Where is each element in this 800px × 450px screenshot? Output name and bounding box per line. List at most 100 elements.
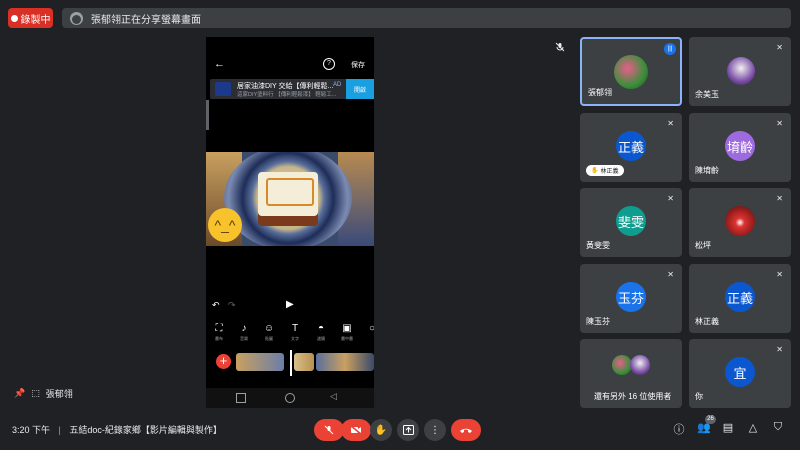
speaking-indicator-icon: ||| xyxy=(664,43,676,55)
ad-open-button[interactable]: 開啟 xyxy=(346,79,374,99)
raise-hand-button[interactable]: ✋ xyxy=(370,419,392,441)
record-dot-icon xyxy=(10,14,18,22)
leave-call-button[interactable] xyxy=(451,419,481,441)
avatar: 堉齡 xyxy=(725,131,755,161)
play-icon[interactable]: ▶ xyxy=(286,299,294,310)
avatar xyxy=(614,55,648,89)
separator: | xyxy=(58,425,61,435)
effect-icon[interactable]: ◓ 濾鏡 xyxy=(310,323,332,342)
participant-name: 林正義 xyxy=(695,317,719,326)
presenting-banner: 張郁翎正在分享螢幕畫面 xyxy=(62,8,791,28)
more-participants-tile[interactable]: 還有另外 16 位使用者 xyxy=(580,339,682,408)
mic-off-icon: ✕ xyxy=(776,119,783,128)
more-icon[interactable]: ○ xyxy=(361,323,374,334)
camera-off-icon xyxy=(350,425,362,435)
activities-icon[interactable]: △ xyxy=(745,421,761,434)
participant-tile[interactable]: 玉芬 ✕ 陳玉芬 xyxy=(580,264,682,333)
participant-tile[interactable]: ✕ 余美玉 xyxy=(689,37,791,106)
video-preview[interactable]: ^_^ xyxy=(206,152,374,246)
save-button[interactable]: 保存 xyxy=(351,60,365,70)
host-controls-icon[interactable]: ⛉ xyxy=(770,421,786,434)
participant-tile[interactable]: ✕ 松坪 xyxy=(689,188,791,257)
avatar: 斐雯 xyxy=(616,206,646,236)
avatar xyxy=(612,355,632,375)
mic-off-icon xyxy=(324,425,334,435)
clip-thumbnail[interactable] xyxy=(236,353,284,371)
avatar xyxy=(725,206,755,236)
mic-off-icon: ✕ xyxy=(667,119,674,128)
meeting-details-icon[interactable]: ⓘ xyxy=(671,421,687,437)
participant-name: 黃斐雯 xyxy=(586,241,610,250)
participant-name: 陳玉芬 xyxy=(586,317,610,326)
present-icon xyxy=(402,425,414,435)
hang-up-icon xyxy=(460,428,472,433)
mic-off-icon: ✕ xyxy=(776,270,783,279)
hand-raised-chip: ✋ 林正義 xyxy=(586,165,624,176)
participant-tile[interactable]: 正義 ✕ ✋ 林正義 xyxy=(580,113,682,182)
sticker-icon[interactable]: ☺ 貼圖 xyxy=(258,323,280,342)
scroll-indicator xyxy=(206,100,209,130)
participant-name: 松坪 xyxy=(695,241,711,250)
present-icon: ⬚ xyxy=(31,388,40,398)
editor-toolbar: ⛶ 畫布 ♪ 音樂 ☺ 貼圖 T 文字 ◓ 濾鏡 ▣ 畫中畫 ○ xyxy=(206,323,374,349)
back-icon[interactable]: ◁ xyxy=(330,391,337,402)
ad-logo xyxy=(215,82,231,96)
help-icon[interactable]: ? xyxy=(323,58,335,70)
meeting-title: 五結doc-紀錄家鄉【影片編輯與製作】 xyxy=(69,425,222,435)
avatar: 宜 xyxy=(725,357,755,387)
recording-badge: 錄製中 xyxy=(8,8,53,28)
mic-off-icon: ✕ xyxy=(667,270,674,279)
ad-banner[interactable]: 居家油漆DIY 交給【傳利輕鬆... 這家DIY塗料行 【傳利輕鬆漆】 輕鬆工.… xyxy=(210,79,374,99)
presenter-avatar xyxy=(70,11,83,25)
hand-icon: ✋ xyxy=(374,424,388,436)
music-icon[interactable]: ♪ 音樂 xyxy=(233,323,255,342)
avatar: 正義 xyxy=(616,131,646,161)
camera-toggle-button[interactable] xyxy=(341,419,371,441)
recents-icon[interactable] xyxy=(236,393,246,403)
mic-off-icon: ✕ xyxy=(776,345,783,354)
mic-toggle-button[interactable] xyxy=(314,419,344,441)
arrow-left-icon[interactable]: ← xyxy=(214,58,225,70)
avatar xyxy=(630,355,650,375)
pin-icon[interactable]: 📌 xyxy=(14,388,25,399)
text-icon[interactable]: T 文字 xyxy=(284,323,306,342)
frame-icon[interactable]: ▣ 畫中畫 xyxy=(336,323,358,342)
presenter-label: 📌 ⬚ 張郁翎 xyxy=(14,387,73,400)
avatar: 玉芬 xyxy=(616,282,646,312)
avatar: 正義 xyxy=(725,282,755,312)
chat-icon[interactable]: ▤ xyxy=(720,421,736,434)
participant-name: 張郁翎 xyxy=(588,88,612,97)
add-clip-button[interactable]: + xyxy=(216,354,231,369)
more-options-button[interactable]: ⋮ xyxy=(424,419,446,441)
participant-tile[interactable]: 斐雯 ✕ 黃斐雯 xyxy=(580,188,682,257)
timeline-playhead[interactable] xyxy=(290,350,292,376)
redo-icon[interactable]: ↷ xyxy=(228,300,236,311)
mic-off-icon: ✕ xyxy=(776,43,783,52)
presenter-name: 張郁翎 xyxy=(45,389,73,399)
undo-icon[interactable]: ↶ xyxy=(212,300,220,311)
clip-thumbnail[interactable] xyxy=(316,353,374,371)
participant-name: 你 xyxy=(695,392,703,401)
ad-tag: AD xyxy=(333,82,342,88)
participant-tile[interactable]: 堉齡 ✕ 陳堉齡 xyxy=(689,113,791,182)
mic-off-icon: ✕ xyxy=(776,194,783,203)
mic-off-icon: ✕ xyxy=(667,194,674,203)
participant-tile[interactable]: 正義 ✕ 林正義 xyxy=(689,264,791,333)
participant-tile[interactable]: ||| 張郁翎 xyxy=(580,37,682,106)
editor-top-bar: ← ? 保存 xyxy=(206,55,374,77)
hand-icon: ✋ xyxy=(591,168,599,174)
presenting-text: 張郁翎正在分享螢幕畫面 xyxy=(91,14,201,26)
home-icon[interactable] xyxy=(285,393,295,403)
crop-icon[interactable]: ⛶ 畫布 xyxy=(208,323,230,342)
shared-screen[interactable]: ← ? 保存 居家油漆DIY 交給【傳利輕鬆... 這家DIY塗料行 【傳利輕鬆… xyxy=(206,37,374,408)
grinning-emoji-sticker[interactable]: ^_^ xyxy=(208,208,242,242)
present-now-button[interactable] xyxy=(397,419,419,441)
more-vert-icon: ⋮ xyxy=(430,424,440,436)
meeting-info: 3:20 下午 | 五結doc-紀錄家鄉【影片編輯與製作】 xyxy=(12,423,222,436)
self-tile[interactable]: 宜 ✕ 你 xyxy=(689,339,791,408)
clip-thumbnail[interactable] xyxy=(294,353,314,371)
presenter-mic-off-icon xyxy=(555,42,565,54)
more-participants-label: 還有另外 16 位使用者 xyxy=(594,392,672,401)
clip-timeline[interactable]: + xyxy=(206,350,374,376)
avatar xyxy=(727,57,755,85)
